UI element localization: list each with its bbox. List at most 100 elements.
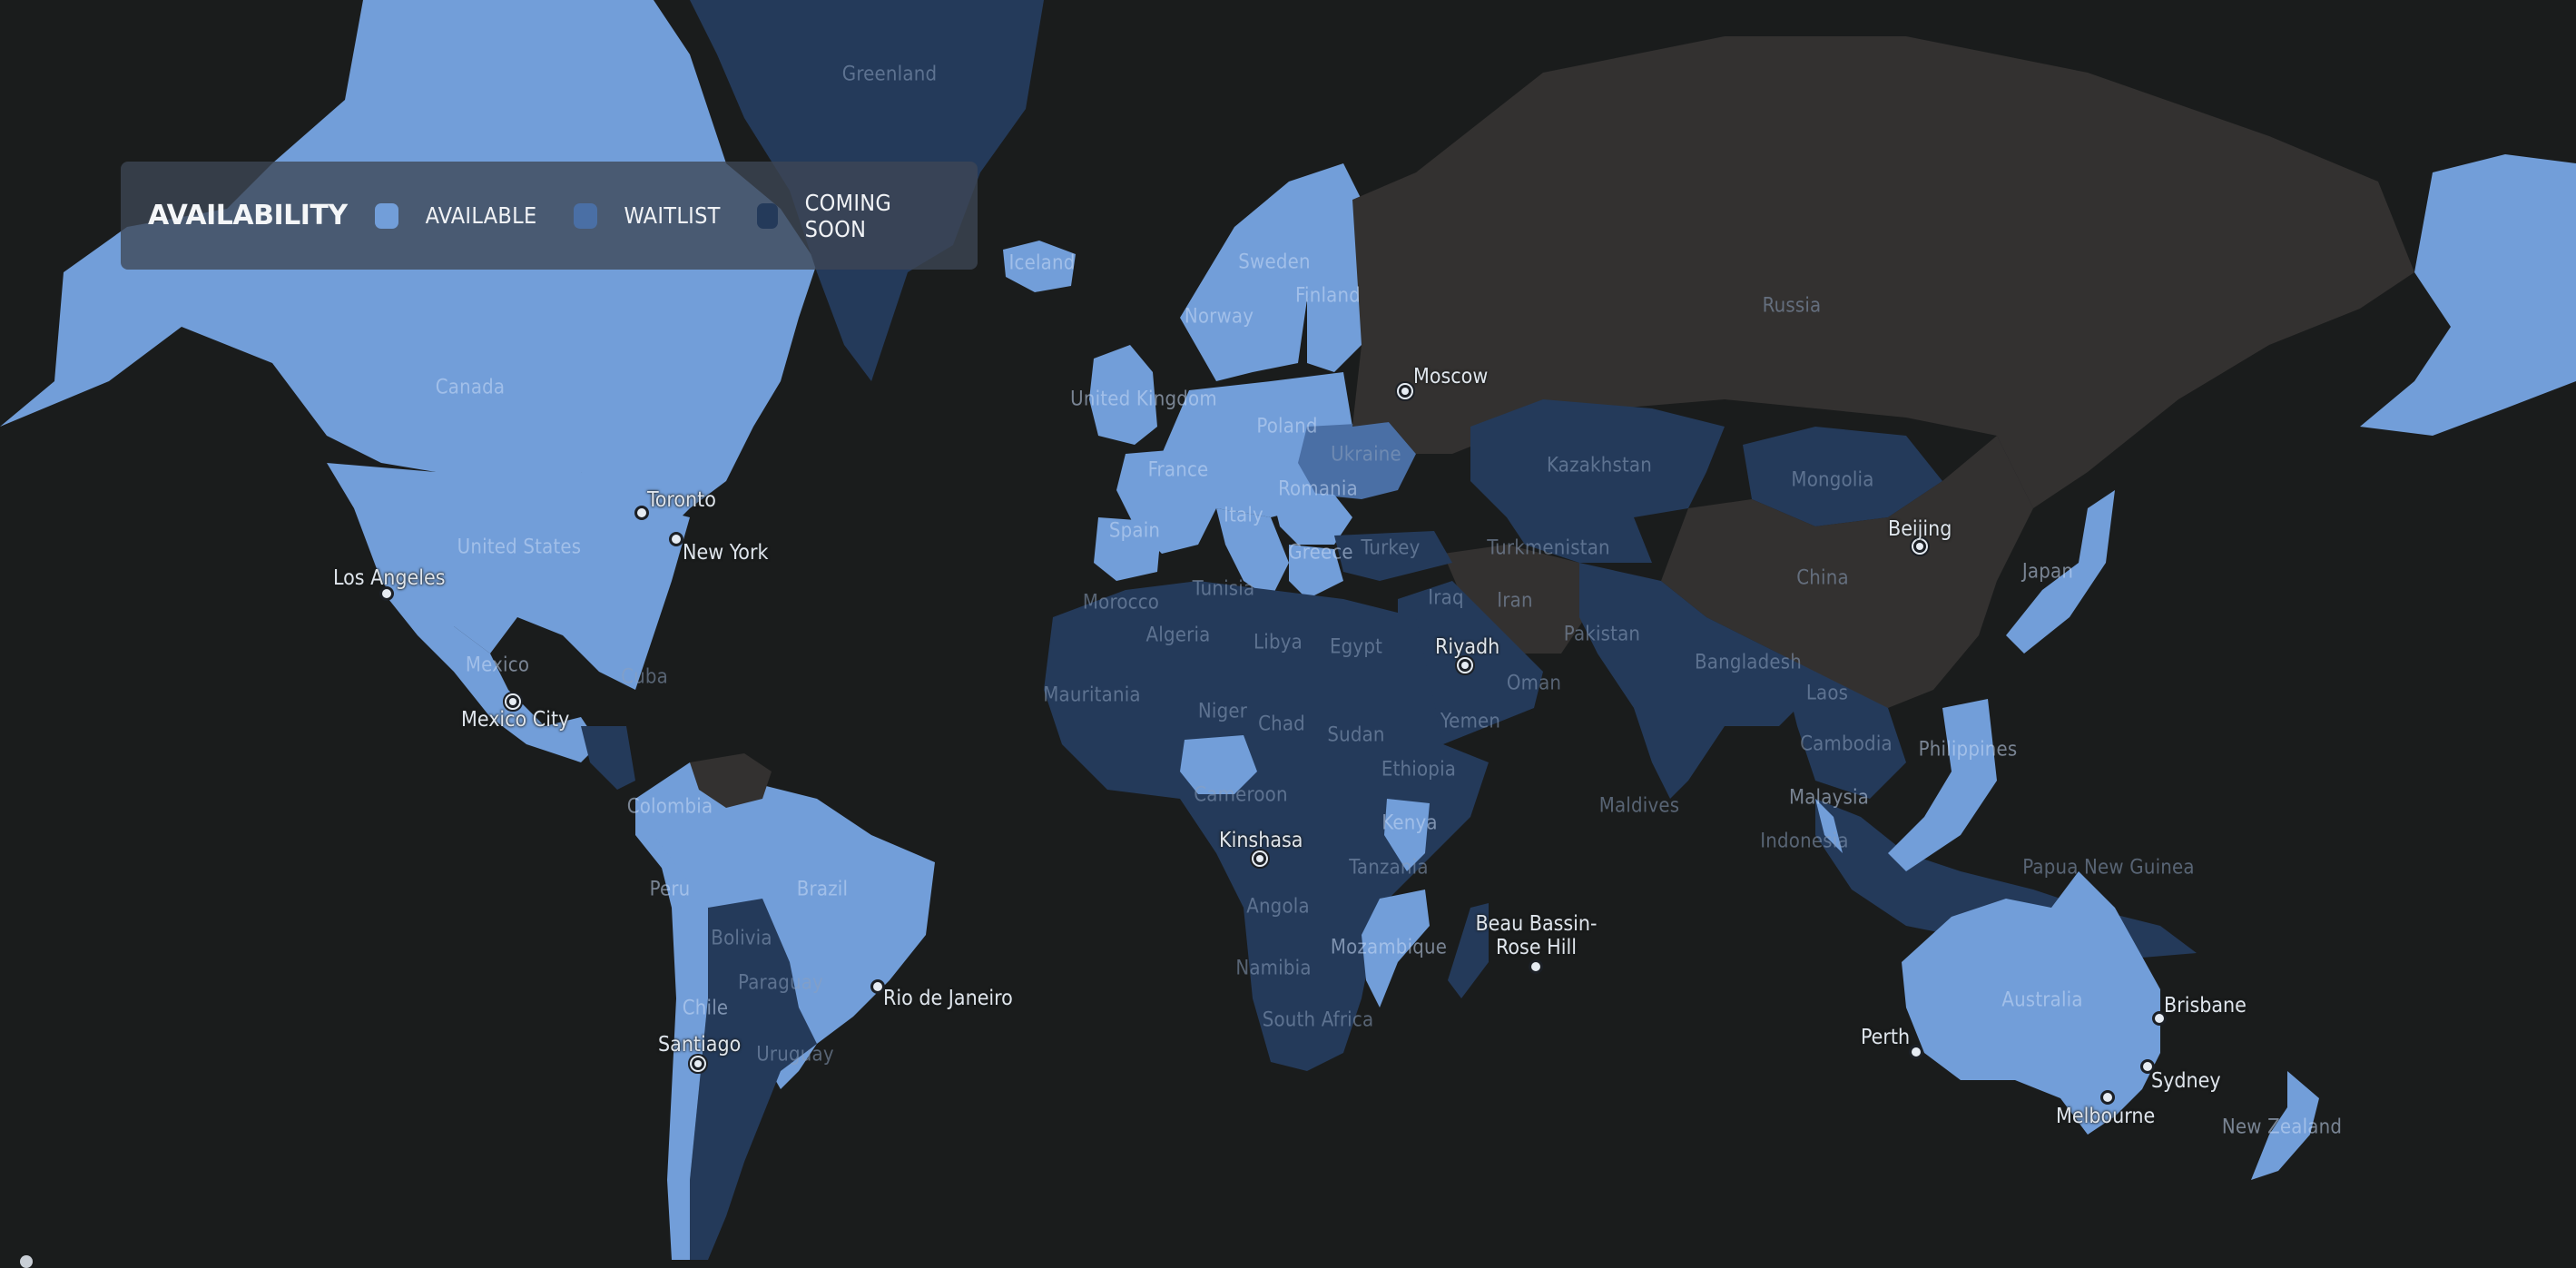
city-label: Rio de Janeiro: [883, 987, 1013, 1010]
country-label-australia: Australia: [2001, 988, 2083, 1012]
country-label-tunisia: Tunisia: [1192, 577, 1255, 601]
country-label-ethiopia: Ethiopia: [1381, 758, 1457, 781]
country-label-cambodia: Cambodia: [1800, 732, 1893, 756]
city-label: Riyadh: [1435, 635, 1500, 659]
capital-marker-icon: [694, 1060, 702, 1067]
country-label-libya: Libya: [1254, 631, 1303, 654]
city-label: Beijing: [1888, 517, 1952, 541]
city-label: Mexico City: [461, 708, 570, 732]
legend-item-available[interactable]: AVAILABLE: [374, 202, 537, 229]
capital-marker-icon: [1461, 662, 1469, 669]
country-label-laos: Laos: [1805, 682, 1849, 705]
map-control-icon[interactable]: [20, 1255, 33, 1268]
capital-marker-icon: [509, 698, 516, 705]
country-label-italy: Italy: [1224, 504, 1263, 527]
country-label-new-zealand: New Zealand: [2221, 1116, 2343, 1139]
country-label-cuba: Cuba: [621, 665, 668, 689]
country-label-mauritania: Mauritania: [1043, 683, 1141, 707]
country-label-yemen: Yemen: [1440, 710, 1501, 733]
country-label-turkmenistan: Turkmenistan: [1487, 536, 1610, 560]
city-label: New York: [683, 541, 769, 565]
country-label-oman: Oman: [1506, 672, 1562, 695]
country-label-spain: Spain: [1108, 519, 1161, 543]
country-label-maldives: Maldives: [1598, 794, 1680, 818]
country-label-chad: Chad: [1258, 713, 1305, 736]
country-label-mozambique: Mozambique: [1330, 936, 1448, 959]
country-label-colombia: Colombia: [626, 795, 713, 819]
country-label-canada: Canada: [435, 376, 506, 399]
country-label-japan: Japan: [2021, 560, 2074, 584]
country-label-kazakhstan: Kazakhstan: [1547, 454, 1652, 477]
country-label-morocco: Morocco: [1082, 591, 1160, 614]
country-label-niger: Niger: [1197, 700, 1248, 723]
city-label: Los Angeles: [333, 566, 446, 590]
country-label-poland: Poland: [1256, 415, 1318, 438]
waitlist-swatch-icon: [573, 202, 597, 229]
country-label-sudan: Sudan: [1327, 723, 1385, 747]
city-label: Beau Bassin-Rose Hill: [1475, 912, 1598, 959]
country-label-algeria: Algeria: [1145, 624, 1211, 647]
country-label-france: France: [1147, 458, 1209, 482]
country-label-turkey: Turkey: [1361, 536, 1421, 560]
city-marker-icon: [1531, 962, 1540, 971]
country-label-angola: Angola: [1246, 895, 1310, 919]
city-label: Toronto: [647, 488, 716, 512]
city-marker-icon: [637, 508, 646, 517]
country-label-finland: Finland: [1295, 284, 1361, 308]
available-swatch-icon: [374, 202, 398, 229]
country-label-pakistan: Pakistan: [1563, 623, 1641, 646]
country-label-brazil: Brazil: [796, 878, 849, 901]
city-label: Perth: [1861, 1026, 1911, 1049]
country-label-chile: Chile: [682, 997, 729, 1020]
country-label-paraguay: Paraguay: [738, 971, 823, 995]
country-label-united-kingdom: United Kingdom: [1070, 388, 1217, 411]
legend-title: AVAILABILITY: [148, 200, 348, 231]
country-label-uruguay: Uruguay: [756, 1043, 834, 1066]
legend-item-waitlist[interactable]: WAITLIST: [573, 202, 721, 229]
country-label-iceland: Iceland: [1008, 251, 1076, 275]
legend-label-coming-soon: COMING SOON: [804, 189, 892, 242]
city-label: Kinshasa: [1219, 829, 1303, 852]
city-marker-icon: [672, 535, 681, 544]
country-label-iran: Iran: [1497, 589, 1533, 613]
legend-label-waitlist: WAITLIST: [624, 202, 721, 229]
country-label-egypt: Egypt: [1329, 635, 1383, 659]
city-marker-icon: [1912, 1047, 1921, 1057]
country-label-russia: Russia: [1762, 294, 1822, 318]
country-label-indonesia: Indonesia: [1760, 830, 1849, 853]
country-label-ukraine: Ukraine: [1331, 443, 1401, 467]
country-label-greenland: Greenland: [841, 63, 938, 86]
city-label: Moscow: [1413, 365, 1489, 388]
capital-marker-icon: [1401, 388, 1409, 395]
country-label-china: China: [1796, 566, 1849, 590]
city-marker-icon: [873, 982, 882, 991]
country-label-bolivia: Bolivia: [711, 927, 772, 950]
country-label-united-states: United States: [457, 536, 582, 559]
country-label-iraq: Iraq: [1428, 586, 1464, 610]
country-label-mexico: Mexico: [465, 654, 530, 677]
city-label: Brisbane: [2164, 994, 2247, 1017]
country-label-mongolia: Mongolia: [1791, 468, 1874, 492]
legend-item-coming-soon[interactable]: COMING SOON: [756, 189, 941, 242]
country-label-greece: Greece: [1288, 541, 1353, 565]
capital-marker-icon: [1256, 855, 1263, 862]
country-label-sweden: Sweden: [1238, 251, 1311, 274]
availability-legend: AVAILABILITY AVAILABLE WAITLIST COMING S…: [121, 162, 978, 270]
country-label-tanzania: Tanzania: [1349, 856, 1429, 880]
city-label: Melbourne: [2056, 1105, 2156, 1128]
country-label-cameroon: Cameroon: [1194, 783, 1288, 807]
country-label-kenya: Kenya: [1381, 811, 1438, 835]
country-label-philippines: Philippines: [1918, 738, 2018, 762]
country-label-norway: Norway: [1184, 305, 1254, 329]
city-label: Santiago: [658, 1033, 742, 1057]
city-marker-icon: [2155, 1014, 2164, 1023]
country-label-romania: Romania: [1278, 477, 1358, 501]
country-label-malaysia: Malaysia: [1788, 786, 1870, 810]
city-marker-icon: [382, 589, 391, 598]
city-label: Sydney: [2151, 1069, 2221, 1093]
coming-soon-swatch-icon: [756, 202, 778, 229]
country-label-papua-new-guinea: Papua New Guinea: [2022, 856, 2195, 880]
legend-label-available: AVAILABLE: [425, 202, 537, 229]
country-label-south-africa: South Africa: [1262, 1008, 1374, 1032]
city-marker-icon: [2103, 1093, 2112, 1102]
